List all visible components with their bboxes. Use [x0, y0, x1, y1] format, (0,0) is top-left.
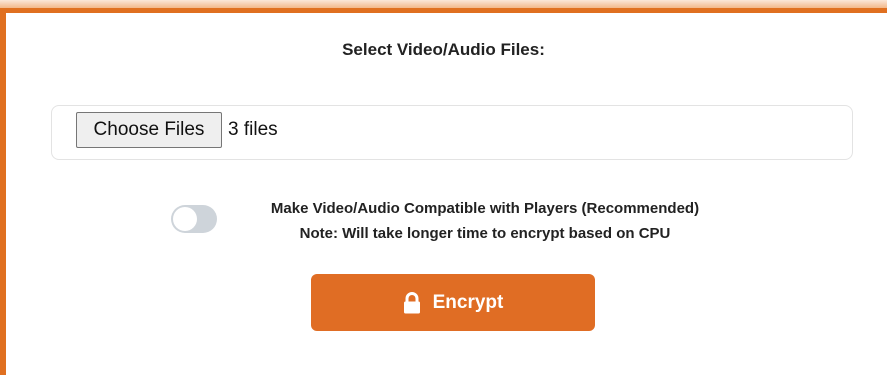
compat-option-text: Make Video/Audio Compatible with Players…	[200, 196, 770, 246]
compat-option-label: Make Video/Audio Compatible with Players…	[270, 200, 700, 217]
encrypt-button[interactable]: Encrypt	[311, 274, 595, 331]
lock-icon	[403, 291, 420, 313]
panel-left-border	[0, 8, 6, 375]
compat-option-note: Note: Will take longer time to encrypt b…	[299, 225, 671, 242]
encrypt-button-label: Encrypt	[432, 291, 504, 313]
file-input-container: Choose Files 3 files	[51, 105, 853, 160]
toggle-knob	[173, 207, 197, 231]
panel-top-shadow	[0, 0, 887, 8]
encrypt-panel: Select Video/Audio Files: Choose Files 3…	[0, 0, 887, 375]
file-selection-status: 3 files	[228, 119, 278, 140]
page-title: Select Video/Audio Files:	[342, 40, 545, 59]
panel-top-border	[0, 8, 887, 13]
choose-files-button[interactable]: Choose Files	[76, 112, 222, 148]
